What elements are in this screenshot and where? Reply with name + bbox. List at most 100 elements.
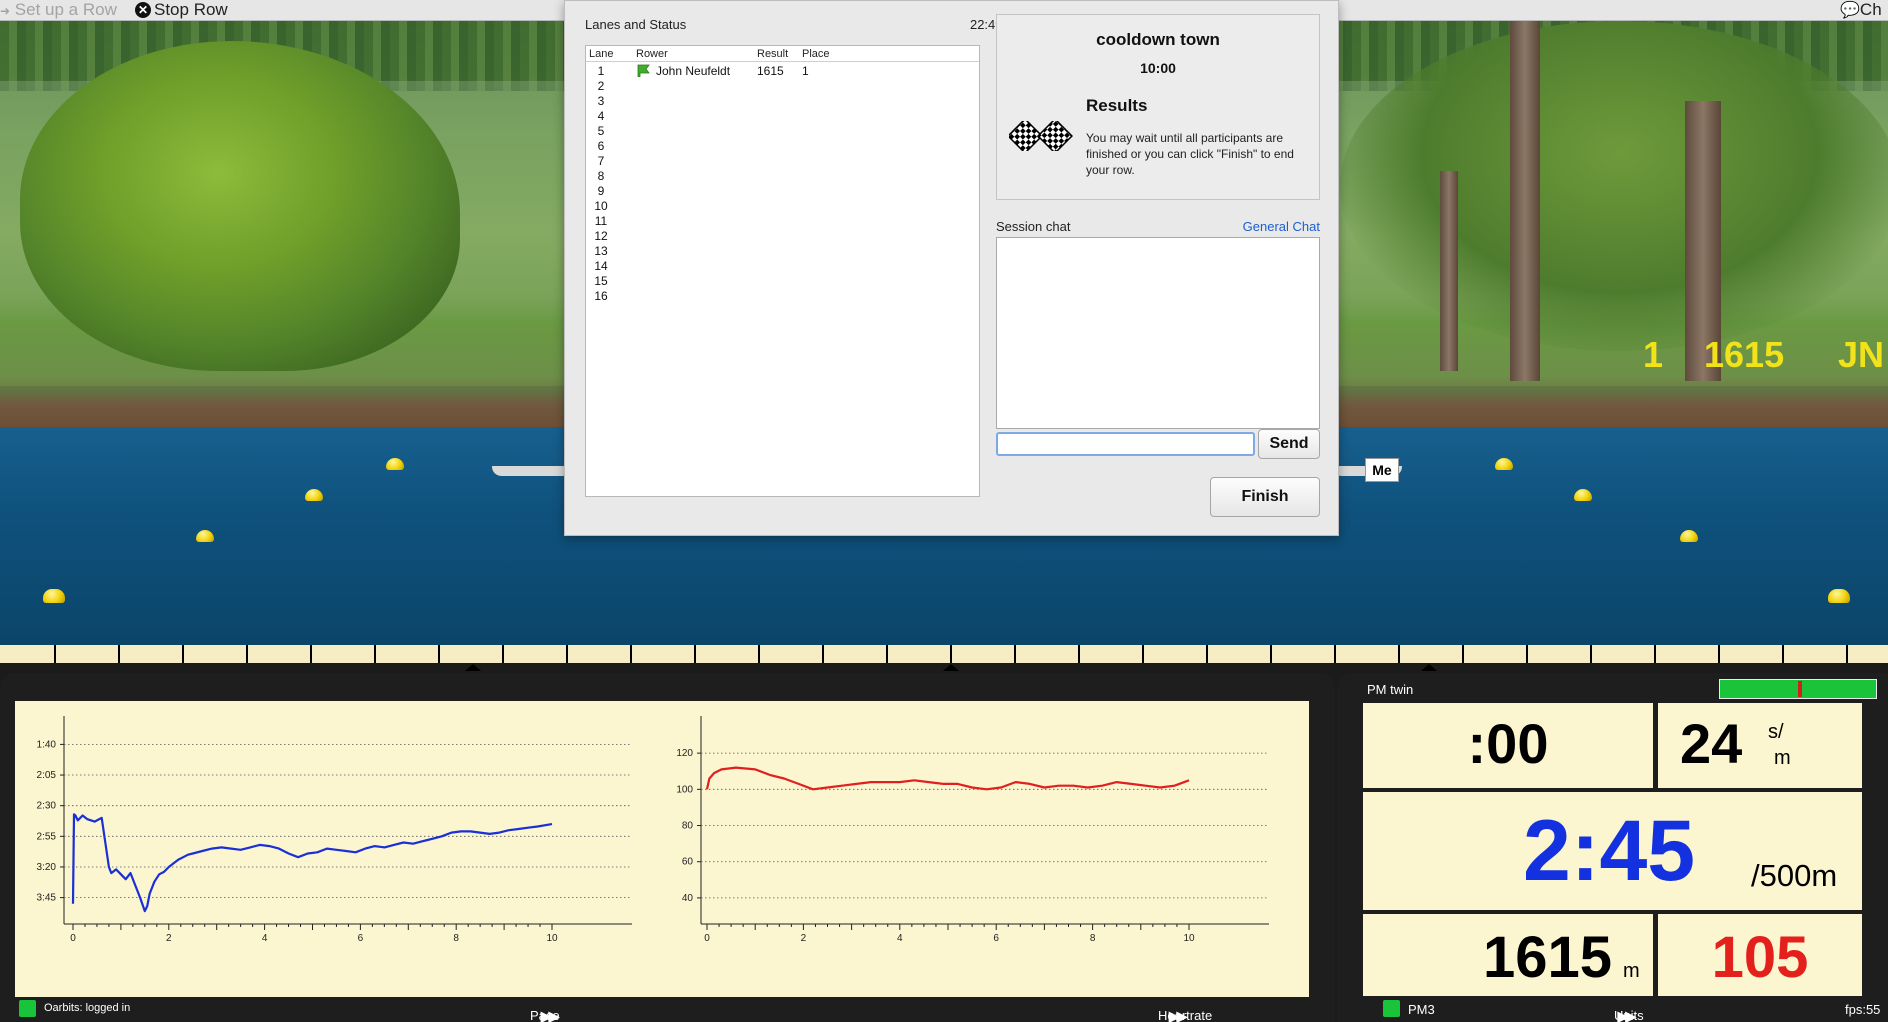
race-results-dialog: Lanes and Status 22:49 GMT Lane Rower Re… bbox=[564, 0, 1339, 536]
y-tick-label: 2:55 bbox=[37, 831, 57, 842]
ruler-marker bbox=[465, 664, 481, 671]
pace-series-line bbox=[71, 813, 553, 913]
graphs-status-bar: Oarbits: logged in Pace ▶▶ Heartrate ▶▶ bbox=[0, 996, 1335, 1022]
lane-number: 13 bbox=[594, 244, 608, 258]
pm-distance-unit: m bbox=[1623, 960, 1640, 982]
lane-number: 1 bbox=[597, 64, 605, 78]
heartrate-label: Heartrate bbox=[1158, 1008, 1213, 1022]
double-chevron-right-icon: ▶▶ bbox=[1617, 1008, 1636, 1022]
y-tick-label: 2:30 bbox=[37, 801, 57, 812]
lane-number: 2 bbox=[597, 79, 605, 93]
x-tick-label: 4 bbox=[262, 933, 268, 944]
lane-number: 7 bbox=[597, 154, 605, 168]
pm-stroke-unit-bottom: m bbox=[1774, 747, 1791, 769]
boat bbox=[492, 466, 572, 476]
double-chevron-right-icon: ▶▶ bbox=[1168, 1008, 1187, 1022]
buoy bbox=[196, 530, 214, 542]
session-chat-log[interactable] bbox=[996, 237, 1320, 429]
results-text: You may wait until all participants are … bbox=[1086, 131, 1294, 177]
x-tick-label: 8 bbox=[1090, 933, 1096, 944]
pm-time: :00 bbox=[1467, 712, 1549, 775]
lanes-table: Lane Rower Result Place 1 John Neufeldt 16… bbox=[585, 45, 980, 497]
pm-monitor: PM twin :00 24 s/ m 2:45 /500m 1615 m 10… bbox=[1337, 673, 1888, 1022]
pm-stroke-rate-cell: 24 s/ m bbox=[1658, 703, 1862, 788]
general-chat-link[interactable]: General Chat bbox=[1205, 219, 1320, 234]
me-boat-label: Me bbox=[1365, 458, 1399, 482]
tree-trunk bbox=[1440, 171, 1458, 371]
session-chat-label: Session chat bbox=[996, 219, 1071, 234]
pm-pace-unit: /500m bbox=[1751, 858, 1838, 893]
col-rower: Rower bbox=[636, 48, 668, 60]
table-row: 16 bbox=[586, 288, 979, 306]
lane-number: 5 bbox=[597, 124, 605, 138]
y-tick-label: 60 bbox=[682, 857, 694, 868]
x-tick-label: 10 bbox=[546, 933, 558, 944]
overlay-initials: JN bbox=[1838, 334, 1885, 375]
lane-number: 9 bbox=[597, 184, 605, 198]
lane-number: 6 bbox=[597, 139, 605, 153]
arrow-right-icon: ➜ bbox=[0, 4, 11, 18]
chat-menu-label: Ch bbox=[1859, 0, 1882, 19]
pm-force-meter bbox=[1719, 679, 1877, 699]
x-tick-label: 4 bbox=[897, 933, 903, 944]
pm-time-cell: :00 bbox=[1363, 703, 1653, 788]
chat-bubbles-icon: 💬 bbox=[1840, 2, 1860, 19]
x-tick-label: 2 bbox=[801, 933, 807, 944]
y-tick-label: 100 bbox=[676, 784, 693, 795]
buoy bbox=[43, 589, 65, 603]
course-ruler bbox=[0, 645, 1888, 663]
stop-row-menu[interactable]: ✕ Stop Row bbox=[135, 0, 228, 21]
x-tick-label: 6 bbox=[358, 933, 364, 944]
pm-title: PM twin bbox=[1367, 682, 1414, 697]
finish-flag-icon bbox=[637, 64, 650, 77]
lane-number: 8 bbox=[597, 169, 605, 183]
pm-distance-cell: 1615 m bbox=[1363, 914, 1653, 996]
lane-number: 16 bbox=[594, 289, 608, 303]
results-heading: Results bbox=[1086, 96, 1148, 115]
lane-number: 14 bbox=[594, 259, 608, 273]
chat-menu[interactable]: 💬Ch bbox=[1840, 0, 1882, 21]
lane-number: 4 bbox=[597, 109, 605, 123]
pm3-status-indicator bbox=[1383, 1000, 1400, 1017]
buoy bbox=[305, 489, 323, 501]
units-toggle[interactable]: Units ▶▶ bbox=[1614, 1002, 1644, 1022]
y-tick-label: 2:05 bbox=[37, 770, 57, 781]
send-button[interactable]: Send bbox=[1258, 429, 1320, 459]
y-tick-label: 1:40 bbox=[37, 739, 57, 750]
setup-row-menu[interactable]: ➜ Set up a Row bbox=[0, 0, 117, 21]
lanes-table-header: Lane Rower Result Place bbox=[586, 46, 979, 62]
y-tick-label: 3:20 bbox=[37, 862, 57, 873]
app-window: ➜ Set up a Row ✕ Stop Row 💬Ch Me 1 1615 … bbox=[0, 0, 1888, 1022]
pm-pace: 2:45 bbox=[1523, 803, 1696, 899]
col-result: Result bbox=[757, 48, 789, 60]
stop-row-label: Stop Row bbox=[154, 0, 228, 19]
oarbits-status-indicator bbox=[19, 1000, 36, 1017]
pm-heart-rate: 105 bbox=[1711, 925, 1809, 990]
pm3-label: PM3 bbox=[1408, 1002, 1435, 1017]
tree-canopy bbox=[1340, 21, 1888, 351]
finish-button[interactable]: Finish bbox=[1210, 477, 1320, 517]
oarbits-status-text: Oarbits: logged in bbox=[44, 1002, 131, 1014]
pm-stroke-unit-top: s/ bbox=[1768, 721, 1784, 743]
overlay-distance: 1615 bbox=[1704, 334, 1785, 375]
x-tick-label: 10 bbox=[1183, 933, 1195, 944]
rower-cell: John Neufeldt bbox=[636, 64, 730, 78]
pm-distance: 1615 bbox=[1483, 925, 1613, 990]
close-circle-icon: ✕ bbox=[135, 2, 151, 18]
lane-number: 3 bbox=[597, 94, 605, 108]
col-lane: Lane bbox=[589, 48, 614, 60]
x-tick-label: 0 bbox=[704, 933, 710, 944]
buoy bbox=[1828, 589, 1850, 603]
graphs-canvas: 1:402:052:302:553:203:450 2 4 6 8 10406080100… bbox=[37, 716, 1269, 944]
rower-name: John Neufeldt bbox=[656, 64, 731, 78]
chat-input[interactable] bbox=[996, 432, 1255, 456]
checkered-flags-icon bbox=[1009, 121, 1073, 151]
heartrate-graph-toggle[interactable]: Heartrate ▶▶ bbox=[1158, 1002, 1212, 1022]
pace-graph-toggle[interactable]: Pace ▶▶ bbox=[530, 1002, 560, 1022]
y-tick-label: 80 bbox=[682, 821, 694, 832]
race-info-panel: cooldown town 10:00 Results You may wait… bbox=[996, 14, 1320, 200]
tree-trunk bbox=[1510, 21, 1540, 381]
buoy bbox=[386, 458, 404, 470]
setup-row-label: Set up a Row bbox=[14, 0, 117, 19]
graphs-area: 1:40 2:05 2:30 2:55 3:20 3:45 0 2 4 6 8 10 40 60 80 100… bbox=[15, 701, 1309, 997]
